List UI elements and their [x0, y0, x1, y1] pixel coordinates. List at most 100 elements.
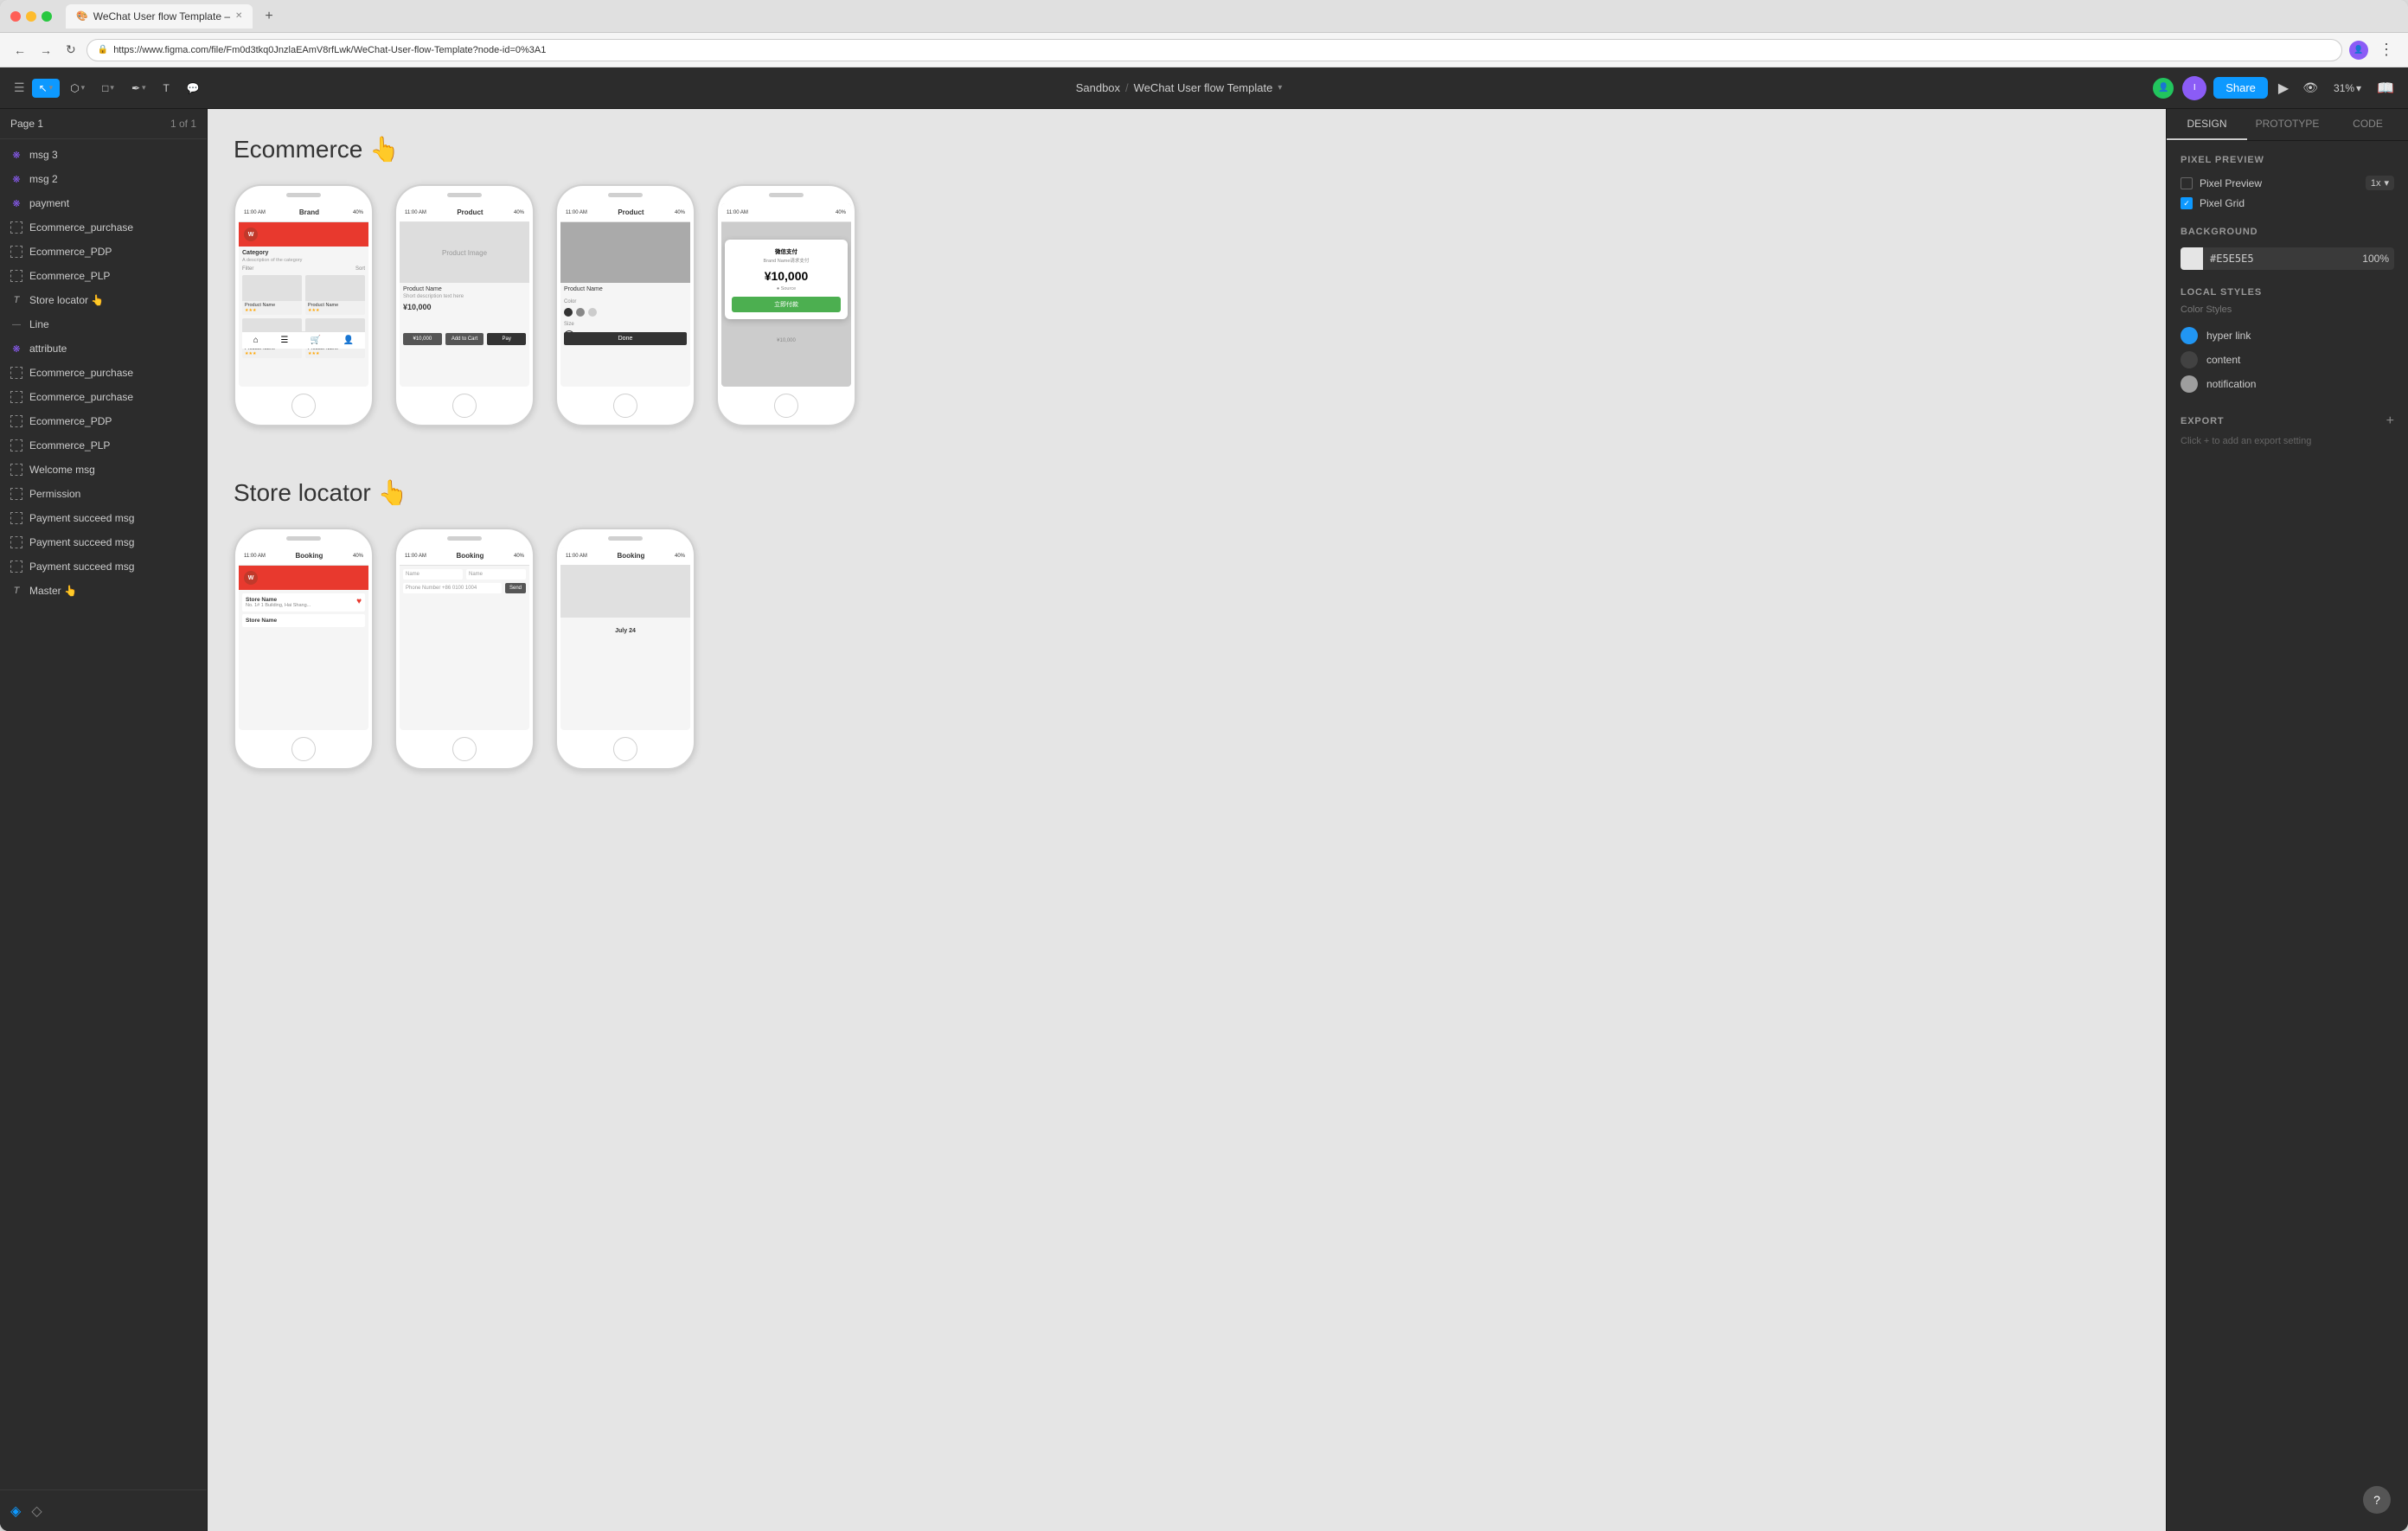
sidebar-item-payment[interactable]: ❋ payment: [0, 191, 207, 215]
product-name: Product Name: [403, 286, 526, 292]
sidebar-item-ecommerce-pdp-1[interactable]: Ecommerce_PDP: [0, 240, 207, 264]
phone-frame-product-detail[interactable]: 11:00 AM Product 40% Product Name Color: [555, 184, 695, 426]
sidebar-item-label: payment: [29, 197, 196, 209]
phone-time: 11:00 AM: [244, 210, 266, 215]
forward-button[interactable]: →: [36, 42, 55, 59]
sidebar-item-permission[interactable]: Permission: [0, 482, 207, 506]
close-tab-icon[interactable]: ✕: [235, 11, 242, 21]
sidebar-item-payment-succeed-2[interactable]: Payment succeed msg: [0, 530, 207, 554]
browser-menu-button[interactable]: ⋮: [2375, 41, 2398, 59]
sidebar-item-payment-succeed-1[interactable]: Payment succeed msg: [0, 506, 207, 530]
export-add-button[interactable]: +: [2386, 413, 2394, 429]
canvas[interactable]: Ecommerce 👆 11:00 AM Brand 40%: [208, 109, 2166, 1531]
form-body: Name Name Phone Number +86 0100 1004 Sen…: [400, 566, 529, 600]
frame-icon: [10, 561, 22, 573]
shape-tool-button[interactable]: □ ▾: [95, 79, 121, 98]
layers-button[interactable]: ◈: [10, 1502, 21, 1520]
toolbar-right: 👤 I Share ▶ 👁 31% ▾ 📖: [2151, 76, 2398, 100]
sidebar-item-label: Payment succeed msg: [29, 512, 196, 524]
frame-tool-icon: ⬡: [70, 82, 79, 94]
component-icon: ❋: [10, 149, 22, 161]
pay-btn: Pay: [487, 333, 526, 345]
payment-source: ● Source: [732, 286, 841, 291]
move-tool-button[interactable]: ↖ ▾: [32, 79, 61, 98]
sidebar-item-ecommerce-plp-1[interactable]: Ecommerce_PLP: [0, 264, 207, 288]
sidebar-item-welcome-msg[interactable]: Welcome msg: [0, 458, 207, 482]
frame-icon: [10, 439, 22, 452]
product-name-detail: Product Name: [564, 286, 687, 292]
phone-title: Product: [587, 208, 675, 216]
pen-tool-button[interactable]: ✒ ▾: [125, 79, 153, 98]
address-bar[interactable]: 🔒 https://www.figma.com/file/Fm0d3tkq0Jn…: [86, 39, 2342, 61]
pixel-preview-checkbox[interactable]: [2181, 177, 2193, 189]
background-title: BACKGROUND: [2181, 227, 2394, 237]
sidebar-item-ecommerce-pdp-2[interactable]: Ecommerce_PDP: [0, 409, 207, 433]
close-traffic-light[interactable]: [10, 11, 21, 22]
zoom-control[interactable]: 31% ▾: [2328, 79, 2366, 98]
sidebar-item-ecommerce-plp-2[interactable]: Ecommerce_PLP: [0, 433, 207, 458]
browser-tab[interactable]: 🎨 WeChat User flow Template – ✕: [66, 4, 253, 29]
menu-button[interactable]: ☰: [10, 77, 29, 99]
pay-now-button: 立即付款: [732, 297, 841, 312]
phone-frame-calendar[interactable]: 11:00 AM Booking 40% July 24: [555, 528, 695, 770]
file-name-label: WeChat User flow Template: [1134, 81, 1273, 94]
calendar-body: July 24: [560, 618, 690, 637]
sidebar-item-attribute[interactable]: ❋ attribute: [0, 336, 207, 361]
phone-home-button: [613, 394, 637, 418]
sidebar-item-payment-succeed-3[interactable]: Payment succeed msg: [0, 554, 207, 579]
sidebar-item-ecommerce-purchase-2[interactable]: Ecommerce_purchase: [0, 361, 207, 385]
sidebar-item-msg3[interactable]: ❋ msg 3: [0, 143, 207, 167]
minimize-traffic-light[interactable]: [26, 11, 36, 22]
frame-icon: [10, 464, 22, 476]
back-button[interactable]: ←: [10, 42, 29, 59]
style-item-hyperlink[interactable]: hyper link: [2181, 323, 2394, 348]
ecommerce-section-title: Ecommerce 👆: [234, 135, 2140, 163]
present-button[interactable]: ▶: [2275, 76, 2292, 100]
store-item-1: Store Name No. 1# 1 Building, Hai Shang.…: [242, 593, 365, 612]
comment-tool-button[interactable]: 💬: [180, 79, 207, 98]
phone-header-booking-form: 11:00 AM Booking 40%: [400, 547, 529, 566]
phone-frame-payment[interactable]: 11:00 AM 40% 微信支付 Brand Name请求支付 ¥10,000…: [716, 184, 856, 426]
background-opacity-input[interactable]: [2349, 249, 2392, 268]
text-tool-button[interactable]: T: [157, 79, 176, 98]
brand-logo: W: [244, 227, 258, 241]
design-tab[interactable]: DESIGN: [2167, 109, 2247, 140]
phone-frame-category[interactable]: 11:00 AM Brand 40% W Category A descript…: [234, 184, 374, 426]
background-hex-input[interactable]: [2203, 249, 2349, 268]
file-menu-chevron[interactable]: ▾: [1278, 83, 1282, 93]
view-button[interactable]: 👁: [2299, 77, 2322, 99]
background-color-swatch[interactable]: [2181, 247, 2203, 270]
sidebar-item-ecommerce-purchase-1[interactable]: Ecommerce_purchase: [0, 215, 207, 240]
refresh-button[interactable]: ↻: [62, 41, 80, 59]
sidebar-item-ecommerce-purchase-3[interactable]: Ecommerce_purchase: [0, 385, 207, 409]
code-tab[interactable]: CODE: [2328, 109, 2408, 140]
background-visibility-button[interactable]: 👁: [2392, 249, 2394, 268]
phone-frame-product[interactable]: 11:00 AM Product 40% Product Image Produ…: [394, 184, 535, 426]
library-button[interactable]: 📖: [2373, 76, 2398, 100]
pixel-preview-section: PIXEL PREVIEW Pixel Preview 1x ▾: [2181, 155, 2394, 209]
frame-tool-button[interactable]: ⬡ ▾: [63, 79, 92, 98]
browser-toolbar: ← → ↻ 🔒 https://www.figma.com/file/Fm0d3…: [0, 33, 2408, 67]
phone-status: 40%: [353, 210, 363, 215]
help-button[interactable]: ?: [2363, 1486, 2391, 1514]
zoom-dropdown[interactable]: 1x ▾: [2366, 176, 2394, 190]
send-button: Send: [505, 583, 526, 593]
sidebar-item-master[interactable]: T Master 👆: [0, 579, 207, 603]
prototype-tab[interactable]: PROTOTYPE: [2247, 109, 2328, 140]
frame-icon: [10, 488, 22, 500]
sidebar-item-line[interactable]: — Line: [0, 312, 207, 336]
maximize-traffic-light[interactable]: [42, 11, 52, 22]
product-info: Product Name ★★★: [305, 301, 365, 315]
sidebar-item-msg2[interactable]: ❋ msg 2: [0, 167, 207, 191]
phone-frame-booking-list[interactable]: 11:00 AM Booking 40% W: [234, 528, 374, 770]
pixel-grid-checkbox[interactable]: ✓: [2181, 197, 2193, 209]
sidebar-item-store-locator[interactable]: T Store locator 👆: [0, 288, 207, 312]
category-label: Category: [242, 250, 365, 256]
assets-button[interactable]: ◇: [31, 1502, 42, 1520]
phone-frame-booking-form[interactable]: 11:00 AM Booking 40% Name Name: [394, 528, 535, 770]
style-item-content[interactable]: content: [2181, 348, 2394, 372]
style-item-notification[interactable]: notification: [2181, 372, 2394, 396]
new-tab-button[interactable]: +: [259, 9, 278, 24]
phone-header-category: 11:00 AM Brand 40%: [239, 203, 368, 222]
share-button[interactable]: Share: [2213, 77, 2268, 99]
